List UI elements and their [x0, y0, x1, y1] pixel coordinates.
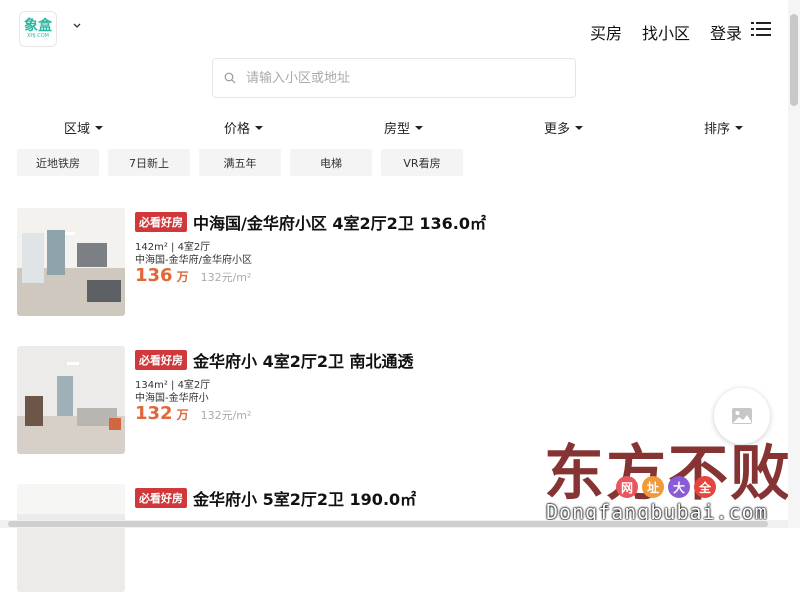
filter-sort[interactable]: 排序 [704, 118, 744, 137]
chevron-down-icon[interactable] [72, 22, 82, 33]
caret-down-icon [575, 125, 584, 130]
caret-down-icon [95, 125, 104, 130]
quick-filter-chips: 近地铁房 7日新上 满五年 电梯 VR看房 [17, 149, 463, 176]
filter-bar: 区域 价格 房型 更多 排序 [0, 118, 800, 137]
listing-tag: 必看好房 [135, 350, 187, 370]
filter-area[interactable]: 区域 [64, 118, 104, 137]
listing-item[interactable]: 必看好房 中海国/金华府小区 4室2厅2卫 136.0㎡ 142m² | 4室2… [17, 208, 777, 316]
watermark-badge: 网 [616, 476, 638, 498]
listing-price: 136 [135, 265, 173, 286]
listing-title[interactable]: 中海国/金华府小区 4室2厅2卫 136.0㎡ [193, 210, 486, 234]
listing-title-row: 必看好房 金华府小 5室2厅2卫 190.0㎡ [135, 486, 416, 510]
listing-photo[interactable] [17, 484, 125, 592]
listing-price-unit: 万 [176, 408, 189, 422]
watermark-badge: 址 [642, 476, 664, 498]
chip-elevator[interactable]: 电梯 [290, 149, 372, 176]
chip-over-five-years[interactable]: 满五年 [199, 149, 281, 176]
filter-label: 更多 [544, 122, 571, 137]
menu-icon[interactable] [751, 21, 771, 37]
listing-price-unit: 万 [176, 270, 189, 284]
listing-title-row: 必看好房 中海国/金华府小区 4室2厅2卫 136.0㎡ [135, 210, 486, 234]
chip-near-subway[interactable]: 近地铁房 [17, 149, 99, 176]
filter-label: 区域 [64, 122, 91, 137]
caret-down-icon [255, 125, 264, 130]
listing-price-per-m2: 132元/m² [200, 271, 252, 284]
listing-price-row: 136 万 132元/m² [135, 265, 251, 286]
search-bar [212, 58, 576, 98]
nav-find-community[interactable]: 找小区 [642, 20, 690, 44]
filter-layout[interactable]: 房型 [384, 118, 424, 137]
watermark-badge: 大 [668, 476, 690, 498]
listing-title[interactable]: 金华府小 5室2厅2卫 190.0㎡ [193, 486, 416, 510]
listing-price-row: 132 万 132元/m² [135, 403, 251, 424]
watermark-logo: 东方不败 [544, 439, 792, 509]
chip-vr[interactable]: VR看房 [381, 149, 463, 176]
filter-label: 房型 [384, 122, 411, 137]
scrollbar-thumb[interactable] [790, 14, 798, 106]
watermark-badge: 全 [694, 476, 716, 498]
top-nav: 买房 找小区 登录 [590, 20, 742, 44]
listing-location: 中海国-金华府/金华府小区 [135, 255, 252, 266]
listing-tag: 必看好房 [135, 488, 187, 508]
listing-photo[interactable] [17, 208, 125, 316]
filter-more[interactable]: 更多 [544, 118, 584, 137]
listing-location: 中海国-金华府小 [135, 393, 209, 404]
listing-title-row: 必看好房 金华府小 4室2厅2卫 南北通透 [135, 348, 414, 372]
chip-new-7days[interactable]: 7日新上 [108, 149, 190, 176]
search-icon [224, 72, 236, 84]
filter-price[interactable]: 价格 [224, 118, 264, 137]
nav-login[interactable]: 登录 [710, 20, 742, 44]
horizontal-scrollbar[interactable] [0, 520, 788, 528]
filter-label: 价格 [224, 122, 251, 137]
caret-down-icon [415, 125, 424, 130]
listing-price-per-m2: 132元/m² [200, 409, 252, 422]
image-icon [732, 408, 752, 424]
search-input[interactable] [244, 69, 548, 87]
scrollbar-thumb[interactable] [8, 521, 768, 527]
listing-photo[interactable] [17, 346, 125, 454]
filter-label: 排序 [704, 122, 731, 137]
watermark-badges: 网 址 大 全 [616, 476, 716, 498]
logo-subtext: XHJ.COM [27, 33, 49, 39]
nav-buy-home[interactable]: 买房 [590, 20, 622, 44]
vertical-scrollbar[interactable] [788, 0, 800, 528]
site-logo[interactable]: 象盒 XHJ.COM [19, 11, 57, 47]
listing-price: 132 [135, 403, 173, 424]
listing-tag: 必看好房 [135, 212, 187, 232]
caret-down-icon [735, 125, 744, 130]
listing-title[interactable]: 金华府小 4室2厅2卫 南北通透 [193, 348, 414, 372]
logo-text: 象盒 [24, 18, 52, 34]
